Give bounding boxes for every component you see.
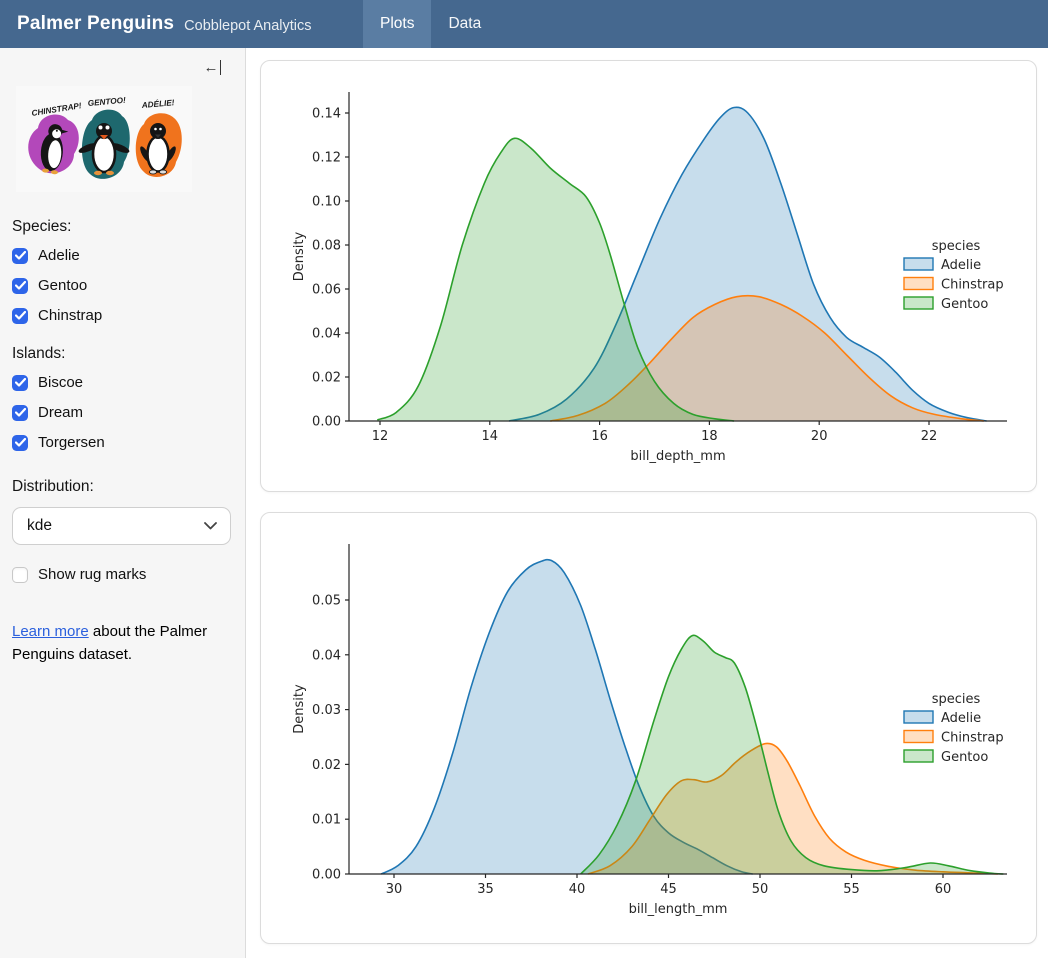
legend-entry: Gentoo xyxy=(941,297,988,312)
sidebar: ← xyxy=(0,48,246,958)
legend-entry: Chinstrap xyxy=(941,278,1004,293)
app-brand: Palmer Penguins Cobblepot Analytics xyxy=(0,0,363,48)
svg-text:0.04: 0.04 xyxy=(312,327,341,342)
legend-entry: Adelie xyxy=(941,711,981,726)
checkbox-dream[interactable]: Dream xyxy=(12,404,231,421)
app-title: Palmer Penguins xyxy=(17,13,174,35)
tab-data[interactable]: Data xyxy=(431,0,498,48)
sidebar-collapse-icon[interactable]: ← xyxy=(204,60,222,75)
checkbox-checked-icon xyxy=(12,405,28,421)
svg-text:0.12: 0.12 xyxy=(312,151,341,166)
x-axis-label: bill_depth_mm xyxy=(630,449,725,464)
svg-text:12: 12 xyxy=(372,429,389,444)
tab-plots[interactable]: Plots xyxy=(363,0,431,48)
y-axis-label: Density xyxy=(292,684,307,734)
chevron-down-icon xyxy=(204,517,217,535)
svg-text:0.01: 0.01 xyxy=(312,813,341,828)
svg-text:14: 14 xyxy=(482,429,499,444)
svg-text:22: 22 xyxy=(921,429,938,444)
checkbox-show-rug-marks[interactable]: Show rug marks xyxy=(12,566,231,583)
svg-text:40: 40 xyxy=(569,882,586,897)
svg-text:18: 18 xyxy=(701,429,718,444)
legend-entry: Gentoo xyxy=(941,750,988,765)
svg-text:45: 45 xyxy=(660,882,677,897)
svg-text:50: 50 xyxy=(752,882,769,897)
checkbox-chinstrap[interactable]: Chinstrap xyxy=(12,307,231,324)
svg-text:0.08: 0.08 xyxy=(312,239,341,254)
dataset-note: Learn more about the Palmer Penguins dat… xyxy=(12,620,208,667)
density-plot-bill-length-mm: 30 35 40 45 50 55 60 0.00 0.01 0.02 0.03 0.04 0.05 bi… xyxy=(261,513,1036,943)
legend-title: species xyxy=(932,692,981,707)
checkbox-gentoo[interactable]: Gentoo xyxy=(12,277,231,294)
legend-entry: Chinstrap xyxy=(941,731,1004,746)
y-axis-label: Density xyxy=(292,231,307,281)
svg-text:0.14: 0.14 xyxy=(312,107,341,122)
legend-entry: Adelie xyxy=(941,258,981,273)
svg-text:20: 20 xyxy=(811,429,828,444)
svg-text:0.10: 0.10 xyxy=(312,195,341,210)
legend-title: species xyxy=(932,239,981,254)
plot-card-bill-depth: 12 14 16 18 20 22 0.00 0.02 0.04 0.06 0.08 0.10 0.12… xyxy=(260,60,1037,492)
x-axis-label: bill_length_mm xyxy=(629,902,728,917)
svg-text:35: 35 xyxy=(477,882,494,897)
islands-section-label: Islands: xyxy=(12,345,231,363)
learn-more-link[interactable]: Learn more xyxy=(12,623,89,640)
distribution-label: Distribution: xyxy=(12,478,231,496)
checkbox-checked-icon xyxy=(12,248,28,264)
checkbox-checked-icon xyxy=(12,375,28,391)
svg-text:0.02: 0.02 xyxy=(312,371,341,386)
penguin-artwork-image: CHINSTRAP! GENTOO! ADÉLIE! xyxy=(16,86,231,197)
checkbox-adelie[interactable]: Adelie xyxy=(12,247,231,264)
svg-text:55: 55 xyxy=(843,882,860,897)
density-plot-bill-depth-mm: 12 14 16 18 20 22 0.00 0.02 0.04 0.06 0.08 0.10 0.12… xyxy=(261,61,1036,491)
distribution-select[interactable]: kde xyxy=(12,507,231,545)
svg-text:0.05: 0.05 xyxy=(312,594,341,609)
navbar: Palmer Penguins Cobblepot Analytics Plot… xyxy=(0,0,1048,48)
svg-text:0.00: 0.00 xyxy=(312,868,341,883)
svg-text:0.03: 0.03 xyxy=(312,703,341,718)
svg-text:60: 60 xyxy=(935,882,952,897)
main-content: 12 14 16 18 20 22 0.00 0.02 0.04 0.06 0.08 0.10 0.12… xyxy=(246,48,1048,958)
checkbox-checked-icon xyxy=(12,278,28,294)
checkbox-torgersen[interactable]: Torgersen xyxy=(12,434,231,451)
checkbox-biscoe[interactable]: Biscoe xyxy=(12,374,231,391)
checkbox-checked-icon xyxy=(12,435,28,451)
species-section-label: Species: xyxy=(12,218,231,236)
svg-text:0.06: 0.06 xyxy=(312,283,341,298)
checkbox-unchecked-icon xyxy=(12,567,28,583)
app-subtitle: Cobblepot Analytics xyxy=(184,15,311,34)
svg-text:30: 30 xyxy=(386,882,403,897)
svg-text:0.04: 0.04 xyxy=(312,648,341,663)
svg-text:0.02: 0.02 xyxy=(312,758,341,773)
checkbox-checked-icon xyxy=(12,308,28,324)
svg-text:0.00: 0.00 xyxy=(312,415,341,430)
distribution-selected-value: kde xyxy=(27,517,52,535)
plot-card-bill-length: 30 35 40 45 50 55 60 0.00 0.01 0.02 0.03 0.04 0.05 bi… xyxy=(260,512,1037,944)
svg-text:16: 16 xyxy=(591,429,608,444)
